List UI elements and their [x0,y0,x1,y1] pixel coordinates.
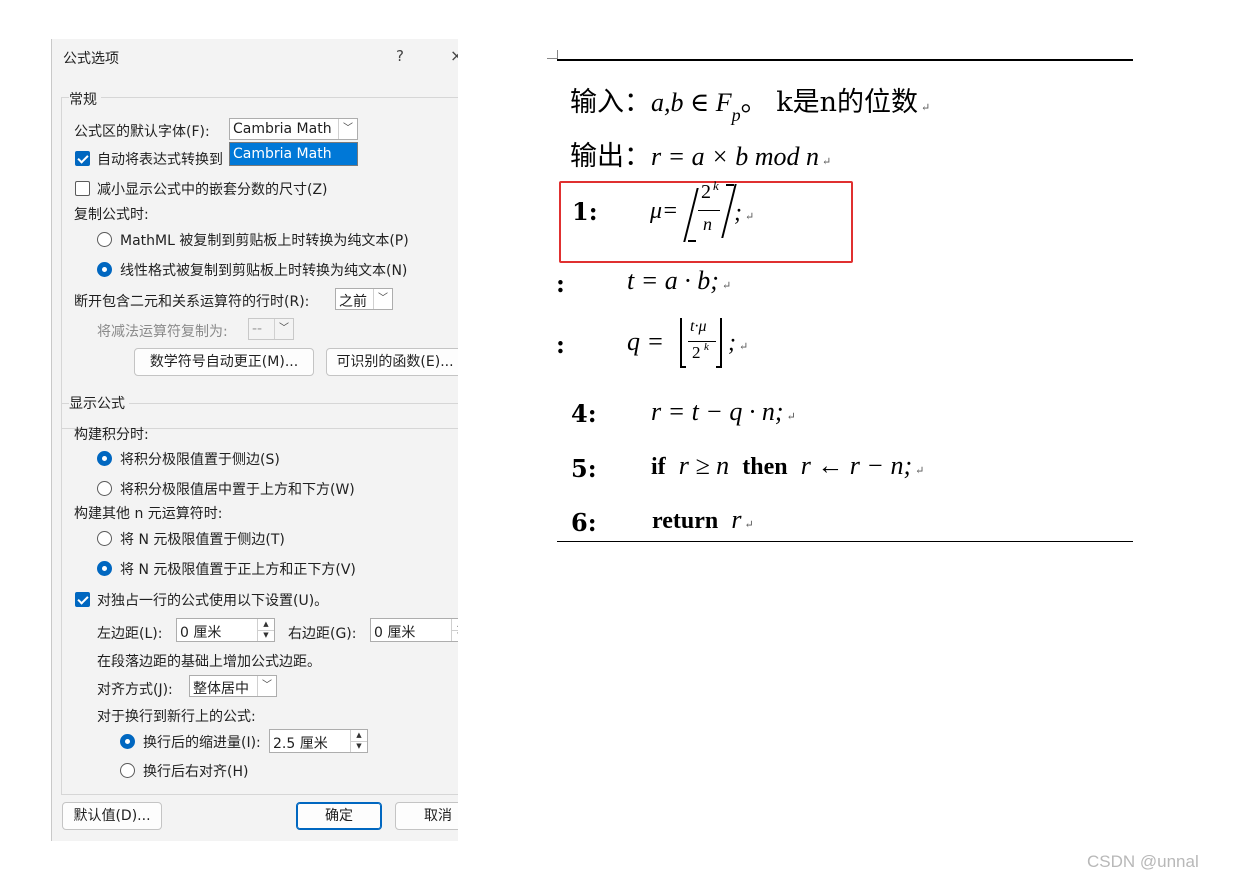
display-settings-checkbox[interactable] [75,592,90,607]
auto-convert-checkbox[interactable] [75,151,90,166]
cancel-button[interactable]: 取消 [395,802,458,830]
auto-convert-label: 自动将表达式转换到 [97,152,223,168]
line-1-tail: ; ↵ [734,200,755,226]
autocorrect-button[interactable]: 数学符号自动更正(M)... [134,348,314,376]
nary-label: 构建其他 n 元运算符时: [74,506,223,522]
line-3-tail: ; ↵ [728,330,749,356]
line-2-math: t = a · b; ↵ [627,266,732,295]
break-label: 断开包含二元和关系运算符的行时(R): [74,294,310,310]
chevron-down-icon: ﹀ [274,319,293,339]
help-icon[interactable]: ? [396,47,404,65]
right-margin-spinner[interactable]: 0 厘米 ▲ ▼ [370,618,458,642]
nary-side-radio[interactable] [97,531,112,546]
top-rule [557,59,1133,61]
spin-down-icon[interactable]: ▼ [257,630,274,641]
watermark: CSDN @unnal [1087,852,1199,871]
defaults-button[interactable]: 默认值(D)... [62,802,162,830]
line-1-fraction: 2 k n [683,178,737,242]
reduce-nested-label: 减小显示公式中的嵌套分数的尺寸(Z) [97,182,328,198]
line-5-number: 5: [571,454,597,483]
functions-button[interactable]: 可识别的函数(E)... [326,348,458,376]
nary-center-label: 将 N 元极限值置于正上方和正下方(V) [120,562,356,578]
integral-side-label: 将积分极限值置于侧边(S) [120,452,280,468]
dialog-titlebar: 公式选项 ? × [52,39,458,76]
margin-note: 在段落边距的基础上增加公式边距。 [97,654,321,670]
line-3-lhs: q = [627,327,665,356]
copy-linear-label: 线性格式被复制到剪贴板上时转换为纯文本(N) [120,263,408,279]
equation-options-dialog: 公式选项 ? × 常规 公式区的默认字体(F): Cambria Math ﹀ … [51,39,458,841]
wrap-right-radio[interactable] [120,763,135,778]
integral-center-label: 将积分极限值居中置于上方和下方(W) [120,482,355,498]
line-3-number: : [556,330,565,359]
display-heading: 显示公式 [69,393,129,413]
copy-linear-radio[interactable] [97,262,112,277]
spin-down-icon[interactable]: ▼ [451,630,458,641]
nary-side-label: 将 N 元极限值置于侧边(T) [120,532,285,548]
break-select[interactable]: 之前 ﹀ [335,288,393,310]
nary-center-radio[interactable] [97,561,112,576]
output-line: 输出：r = a × b mod n ↵ [570,141,832,172]
default-font-label: 公式区的默认字体(F): [74,124,210,140]
integral-label: 构建积分时: [74,427,149,443]
line-2-number: : [556,269,565,298]
chevron-down-icon: ﹀ [373,289,392,309]
line-6-number: 6: [571,508,597,537]
general-heading: 常规 [69,89,101,109]
spin-down-icon[interactable]: ▼ [350,741,367,752]
bottom-rule [557,541,1133,542]
corner-mark [557,50,558,59]
default-font-dropdown-option[interactable]: Cambria Math [229,142,358,166]
wrap-right-label: 换行后右对齐(H) [143,764,249,780]
left-margin-label: 左边距(L): [97,626,163,642]
line-1-number: 1: [572,197,598,226]
line-1-lhs: μ= [650,198,679,224]
line-6-statement: return r ↵ [652,505,754,534]
default-font-select[interactable]: Cambria Math ﹀ [229,118,358,140]
input-line: 输入：a,b ∈ Fp。 k是n的位数 ↵ [570,87,931,125]
dialog-title: 公式选项 [63,51,119,67]
wrap-indent-spinner[interactable]: 2.5 厘米 ▲ ▼ [269,729,368,753]
copy-label: 复制公式时: [74,207,149,223]
copy-mathml-radio[interactable] [97,232,112,247]
subtract-label: 将减法运算符复制为: [97,324,228,340]
integral-side-radio[interactable] [97,451,112,466]
chevron-down-icon: ﹀ [338,119,357,139]
close-icon[interactable]: × [450,46,458,65]
chevron-down-icon: ﹀ [257,676,276,696]
line-3-fraction: t·μ 2 k [680,318,726,370]
wrap-label: 对于换行到新行上的公式: [97,709,256,725]
copy-mathml-label: MathML 被复制到剪贴板上时转换为纯文本(P) [120,233,409,249]
integral-center-radio[interactable] [97,481,112,496]
line-5-statement: if r ≥ n then r ← r − n; ↵ [651,451,925,480]
subtract-select[interactable]: -- ﹀ [248,318,294,340]
reduce-nested-checkbox[interactable] [75,181,90,196]
justify-select[interactable]: 整体居中 ﹀ [189,675,277,697]
ok-button[interactable]: 确定 [296,802,382,830]
wrap-indent-label: 换行后的缩进量(I): [143,735,261,751]
display-settings-label: 对独占一行的公式使用以下设置(U)。 [97,593,329,609]
corner-mark [547,58,557,59]
wrap-indent-radio[interactable] [120,734,135,749]
justify-label: 对齐方式(J): [97,682,173,698]
right-margin-label: 右边距(G): [288,626,357,642]
left-margin-spinner[interactable]: 0 厘米 ▲ ▼ [176,618,275,642]
line-4-number: 4: [571,399,597,428]
line-4-math: r = t − q · n; ↵ [651,397,796,426]
